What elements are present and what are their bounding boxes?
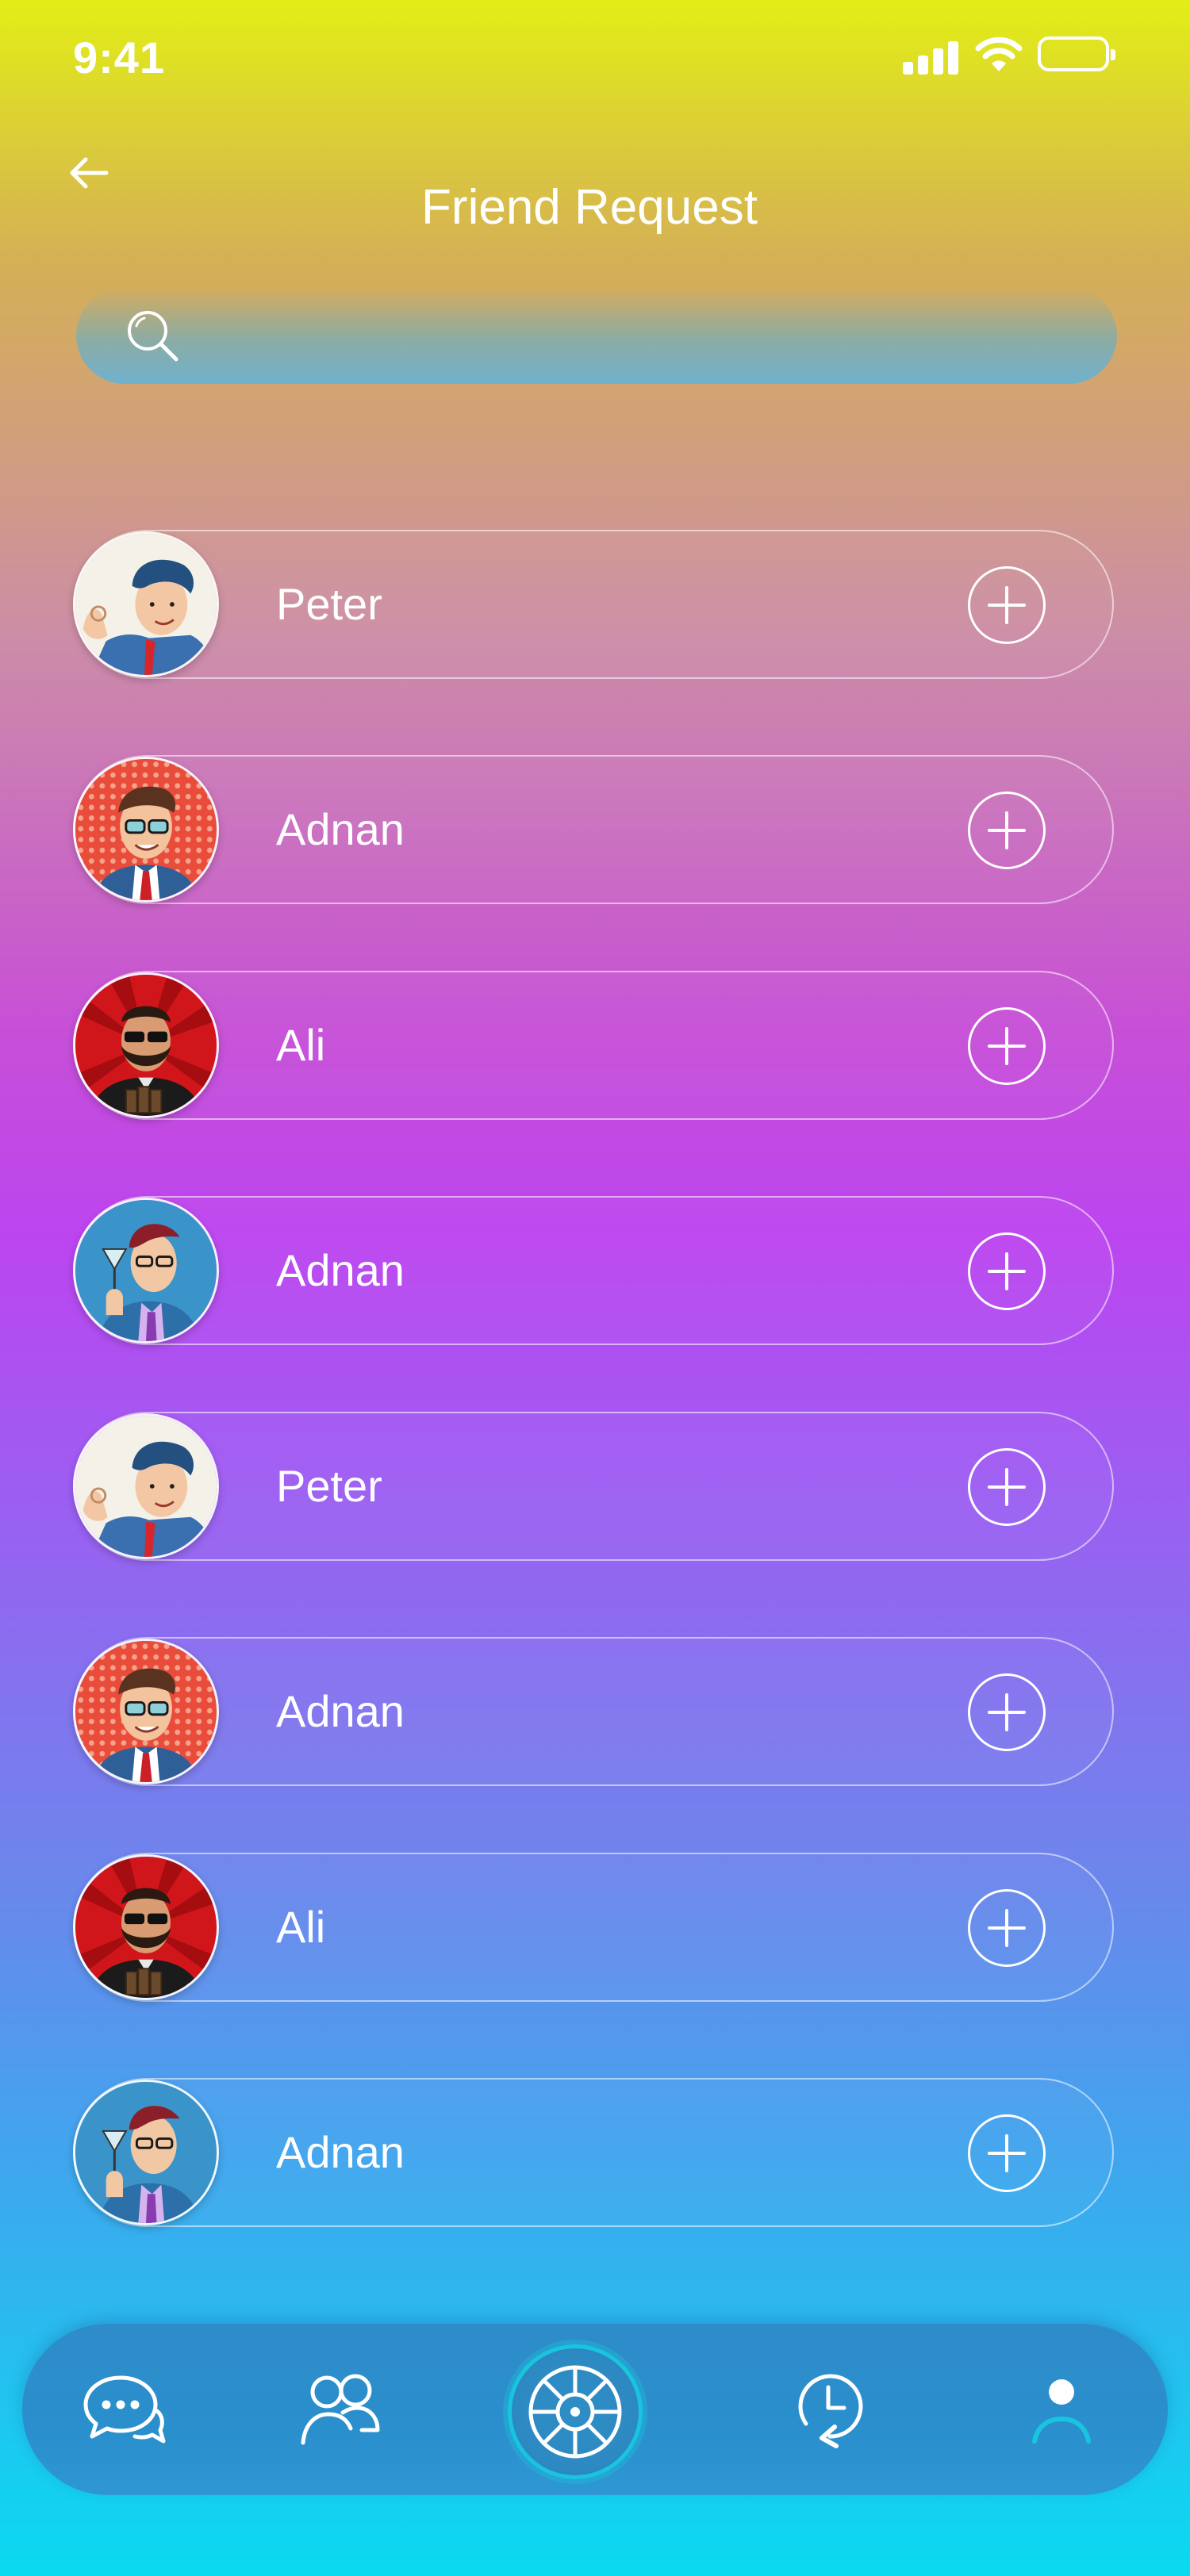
plus-icon <box>988 586 1026 624</box>
add-friend-button[interactable] <box>968 2114 1046 2192</box>
avatar[interactable] <box>73 972 219 1118</box>
friend-row-background <box>73 971 1114 1120</box>
history-icon <box>798 2374 863 2448</box>
avatar[interactable] <box>73 1413 219 1559</box>
friend-name: Ali <box>276 1902 326 1952</box>
nav-friends-button[interactable] <box>284 2324 395 2495</box>
avatar[interactable] <box>73 1198 219 1344</box>
battery-icon <box>1038 36 1115 71</box>
search-icon <box>128 311 178 362</box>
friend-request-row[interactable]: Adnan <box>73 1196 1114 1345</box>
nav-history-button[interactable] <box>773 2324 884 2495</box>
friend-request-row[interactable]: Adnan <box>73 2078 1114 2227</box>
avatar[interactable] <box>73 2080 219 2225</box>
avatar[interactable] <box>73 531 219 677</box>
friend-row-background <box>73 530 1114 679</box>
friend-name: Adnan <box>276 804 405 854</box>
friend-request-row[interactable]: Adnan <box>73 1637 1114 1786</box>
avatar[interactable] <box>73 1639 219 1784</box>
cellular-signal-icon <box>903 40 958 75</box>
plus-icon <box>988 811 1026 849</box>
status-bar: 9:41 <box>0 0 1190 119</box>
nav-chat-button[interactable] <box>68 2324 179 2495</box>
friend-request-row[interactable]: Peter <box>73 1412 1114 1561</box>
friend-row-background <box>73 1637 1114 1786</box>
plus-icon <box>988 1468 1026 1506</box>
nav-center-wheel-button[interactable] <box>508 2344 643 2479</box>
add-friend-button[interactable] <box>968 566 1046 644</box>
friend-request-row[interactable]: Adnan <box>73 755 1114 904</box>
plus-icon <box>988 1252 1026 1290</box>
friend-row-background <box>73 1412 1114 1561</box>
wheel-icon <box>528 2365 622 2459</box>
friend-name: Peter <box>276 579 382 629</box>
add-friend-button[interactable] <box>968 1448 1046 1526</box>
friend-row-background <box>73 2078 1114 2227</box>
search-bar[interactable] <box>76 287 1117 384</box>
add-friend-button[interactable] <box>968 1889 1046 1967</box>
avatar[interactable] <box>73 757 219 903</box>
add-friend-button[interactable] <box>968 1673 1046 1751</box>
status-time: 9:41 <box>73 33 166 82</box>
plus-icon <box>988 1027 1026 1065</box>
friend-row-background <box>73 1853 1114 2002</box>
friend-name: Peter <box>276 1461 382 1511</box>
plus-icon <box>988 2134 1026 2172</box>
profile-icon <box>1032 2379 1091 2444</box>
plus-icon <box>988 1909 1026 1947</box>
friend-name: Adnan <box>276 1245 405 1295</box>
avatar[interactable] <box>73 1854 219 2000</box>
friend-row-background <box>73 1196 1114 1345</box>
friend-name: Adnan <box>276 1686 405 1736</box>
add-friend-button[interactable] <box>968 792 1046 869</box>
friend-row-background <box>73 755 1114 904</box>
friend-request-row[interactable]: Ali <box>73 1853 1114 2002</box>
add-friend-button[interactable] <box>968 1232 1046 1310</box>
search-input[interactable] <box>182 287 1117 384</box>
plus-icon <box>988 1693 1026 1731</box>
wifi-icon <box>975 36 1023 71</box>
friends-icon <box>301 2374 380 2445</box>
friend-request-row[interactable]: Ali <box>73 971 1114 1120</box>
nav-profile-button[interactable] <box>1006 2324 1117 2495</box>
friend-name: Ali <box>276 1020 326 1070</box>
friend-name: Adnan <box>276 2127 405 2177</box>
friend-request-row[interactable]: Peter <box>73 530 1114 679</box>
page-title: Friend Request <box>421 180 758 235</box>
chat-icon <box>83 2375 166 2444</box>
add-friend-button[interactable] <box>968 1007 1046 1085</box>
